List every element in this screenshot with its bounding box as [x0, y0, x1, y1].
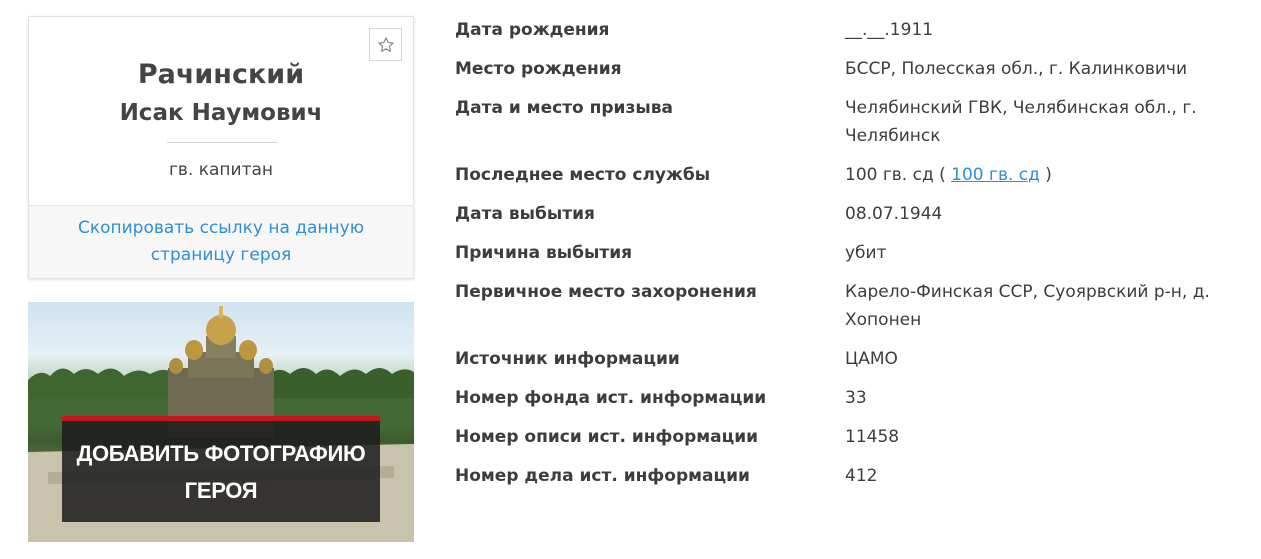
detail-label: Причина выбытия	[455, 243, 633, 263]
copy-link[interactable]: Скопировать ссылку на данную страницу ге…	[56, 215, 386, 269]
hero-surname: Рачинский	[137, 59, 305, 90]
detail-label: Дата рождения	[455, 20, 610, 40]
detail-label: Номер фонда ист. информации	[455, 388, 767, 408]
detail-value: 08.07.1944	[845, 204, 943, 224]
favorite-button[interactable]	[369, 28, 402, 61]
detail-label: Дата выбытия	[455, 204, 595, 224]
detail-value: убит	[845, 243, 887, 263]
hero-given-names: Исак Наумович	[119, 100, 323, 126]
detail-label: Номер дела ист. информации	[455, 466, 750, 486]
add-photo-banner[interactable]: ДОБАВИТЬ ФОТОГРАФИЮ ГЕРОЯ	[28, 302, 414, 542]
service-prefix: 100 гв. сд (	[845, 165, 946, 185]
detail-value: Карело-Финская ССР, Суоярвский р-н, д. Х…	[845, 282, 1210, 330]
detail-value: 100 гв. сд ( 100 гв. сд )	[845, 161, 1245, 189]
name-divider	[167, 142, 277, 143]
detail-label: Источник информации	[455, 349, 680, 369]
detail-value: 11458	[845, 427, 900, 447]
detail-label: Последнее место службы	[455, 165, 711, 185]
detail-value: __.__.1911	[845, 20, 934, 40]
detail-label: Номер описи ист. информации	[455, 427, 759, 447]
service-suffix: )	[1045, 165, 1052, 185]
copy-link-area: Скопировать ссылку на данную страницу ге…	[29, 205, 413, 278]
detail-label: Дата и место призыва	[455, 98, 673, 118]
detail-value: 33	[845, 388, 867, 408]
star-outline-icon	[377, 36, 394, 52]
add-photo-button[interactable]: ДОБАВИТЬ ФОТОГРАФИЮ ГЕРОЯ	[62, 416, 380, 522]
detail-label: Первичное место захоронения	[455, 282, 757, 302]
hero-card: Рачинский Исак Наумович гв. капитан Скоп…	[28, 16, 414, 279]
add-photo-label: ДОБАВИТЬ ФОТОГРАФИЮ ГЕРОЯ	[76, 440, 366, 503]
hero-rank: гв. капитан	[168, 160, 274, 180]
service-unit-link[interactable]: 100 гв. сд	[951, 165, 1040, 185]
detail-value: Челябинский ГВК, Челябинская обл., г. Че…	[845, 98, 1197, 146]
detail-value: ЦАМО	[845, 349, 898, 369]
detail-label: Место рождения	[455, 59, 622, 79]
detail-value: БССР, Полесская обл., г. Калинковичи	[845, 59, 1188, 79]
detail-value: 412	[845, 466, 878, 486]
